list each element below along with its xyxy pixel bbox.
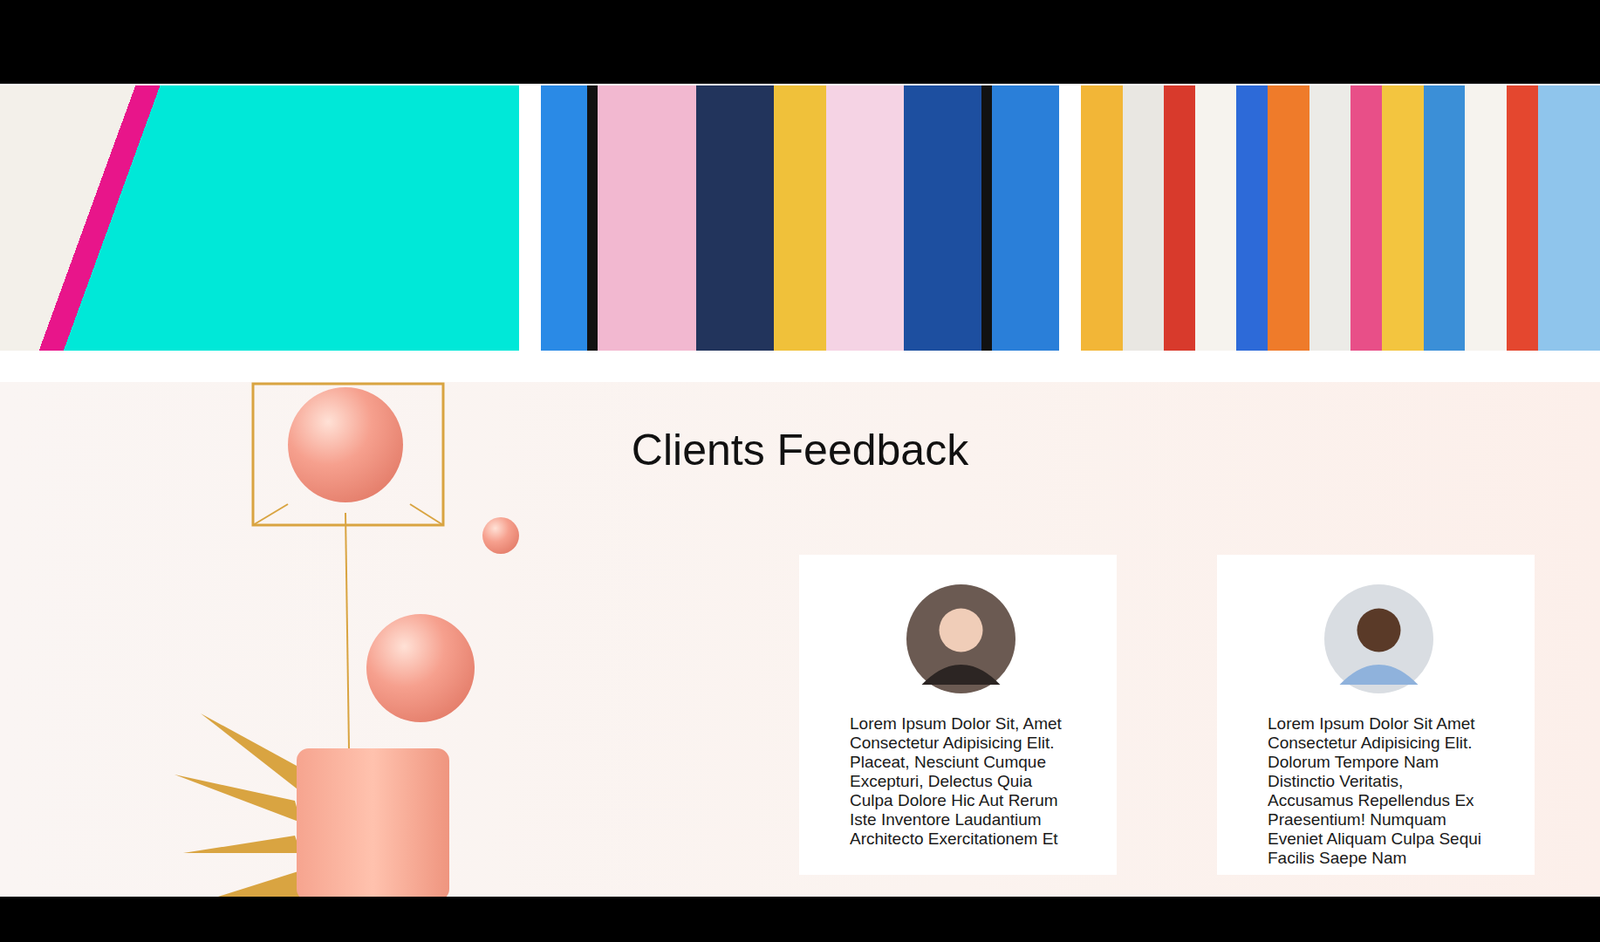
page: Clients Feedback Lorem Ipsum Dolor Sit, A… — [0, 0, 1600, 941]
testimonial-card: Lorem Ipsum Dolor Sit Amet Consectetur A… — [1217, 554, 1535, 876]
gallery-photo[interactable] — [540, 85, 1060, 351]
bottom-bar — [0, 896, 1600, 941]
testimonial-list: Lorem Ipsum Dolor Sit, Amet Consectetur … — [0, 554, 1600, 876]
testimonial-card: Lorem Ipsum Dolor Sit, Amet Consectetur … — [799, 554, 1117, 876]
testimonial-text: Lorem Ipsum Dolor Sit, Amet Consectetur … — [849, 714, 1072, 849]
gallery-photo[interactable] — [1080, 85, 1600, 351]
testimonial-text: Lorem Ipsum Dolor Sit Amet Consectetur A… — [1267, 714, 1490, 869]
gallery — [0, 83, 1600, 351]
avatar-icon — [906, 584, 1016, 694]
top-bar — [0, 0, 1600, 84]
section-title: Clients Feedback — [0, 382, 1600, 477]
feedback-section: Clients Feedback Lorem Ipsum Dolor Sit, A… — [0, 382, 1600, 897]
balloon-decor-icon — [0, 382, 611, 897]
gallery-photo[interactable] — [0, 85, 520, 351]
avatar-icon — [1324, 584, 1434, 694]
